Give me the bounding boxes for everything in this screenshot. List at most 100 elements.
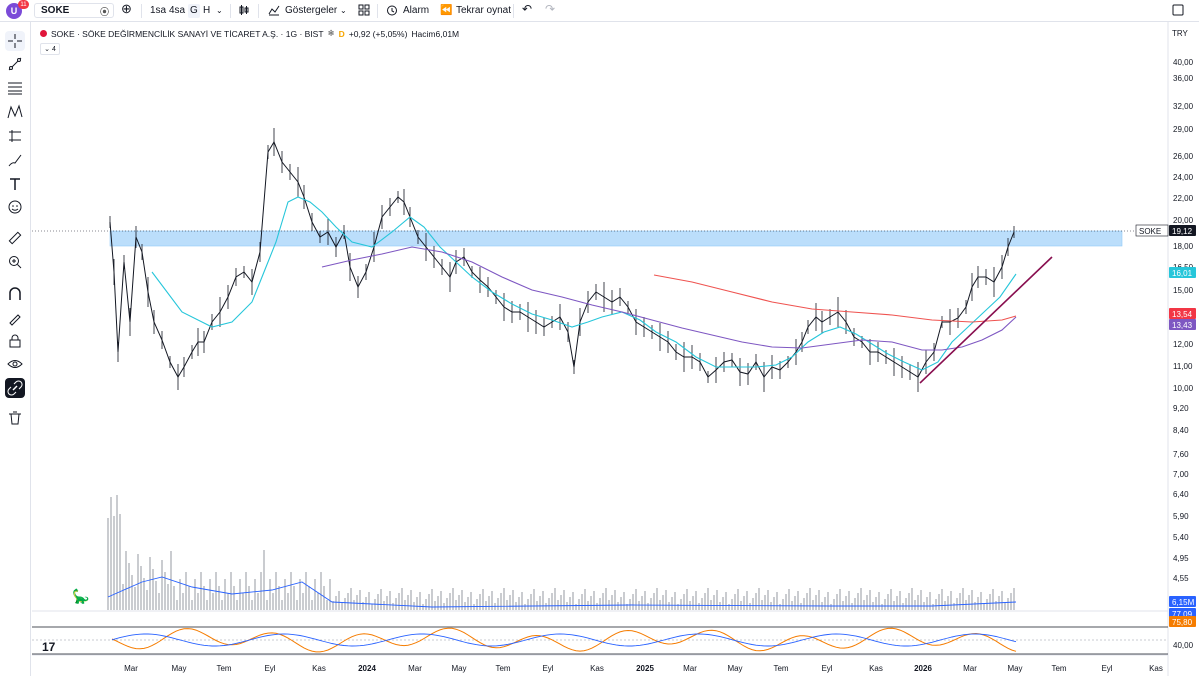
price-tick-label: 6,40 <box>1173 490 1189 499</box>
trendline-tool-icon[interactable] <box>5 54 25 74</box>
time-tick-label: Kas <box>590 664 604 673</box>
price-tick-label: 15,00 <box>1173 286 1194 295</box>
symbol-search-input[interactable]: SOKE ⦿ <box>34 3 114 18</box>
time-tick-label: May <box>1007 664 1022 673</box>
redo-icon[interactable]: ↷ <box>545 2 555 16</box>
price-tick-label: 4,55 <box>1173 574 1189 583</box>
add-symbol-icon[interactable]: ⊕ <box>121 2 132 16</box>
visibility-tool-icon[interactable] <box>5 354 25 374</box>
time-tick-label: Eyl <box>542 664 553 673</box>
price-tick-label: 10,00 <box>1173 384 1194 393</box>
price-tick-label: 36,00 <box>1173 74 1194 83</box>
price-badge-value: 13,54 <box>1172 310 1193 319</box>
price-tick-label: 5,90 <box>1173 512 1189 521</box>
replay-button[interactable]: Tekrar oynat <box>456 4 511 18</box>
time-tick-label: Mar <box>683 664 697 673</box>
symbol-badge-label: SOKE <box>1139 227 1161 236</box>
time-tick-label: 2025 <box>636 664 654 673</box>
price-tick-label: 7,60 <box>1173 450 1189 459</box>
price-badge-value: 19,12 <box>1172 227 1193 236</box>
price-series-line <box>109 140 1015 379</box>
ema-slow-line <box>653 274 1017 323</box>
price-badge-value: 6,15M <box>1172 598 1195 607</box>
price-tick-label: 5,40 <box>1173 533 1189 542</box>
chevron-down-icon: ⌄ <box>44 46 50 53</box>
ema-mid-line <box>321 246 1017 351</box>
price-tick-label: 12,00 <box>1173 340 1194 349</box>
drawing-toolbar <box>0 22 31 676</box>
time-tick-label: May <box>171 664 186 673</box>
tradingview-logo: 17 <box>42 640 56 654</box>
time-tick-label: Tem <box>1051 664 1066 673</box>
timeframe-1sa[interactable]: 1sa <box>150 4 166 18</box>
price-badge-value: 13,43 <box>1172 321 1193 330</box>
pattern-tool-icon[interactable] <box>5 102 25 122</box>
dino-icon: 🦕 <box>72 588 90 604</box>
currency-label: TRY <box>1172 29 1189 38</box>
time-tick-label: Mar <box>963 664 977 673</box>
legend-volume: Hacim6,01M <box>411 28 460 39</box>
time-tick-label: Eyl <box>821 664 832 673</box>
lock-tool-icon[interactable] <box>5 331 25 351</box>
chart-legend: SOKE · SÖKE DEĞİRMENCİLİK SANAYİ VE TİCA… <box>40 28 459 39</box>
undo-icon[interactable]: ↶ <box>522 2 532 16</box>
timeframe-h[interactable]: H <box>203 4 210 18</box>
price-tick-label: 20,00 <box>1173 216 1194 225</box>
zoom-tool-icon[interactable] <box>5 252 25 272</box>
price-tick-label: 22,00 <box>1173 194 1194 203</box>
price-tick-label: 8,40 <box>1173 426 1189 435</box>
price-tick-label: 18,00 <box>1173 242 1194 251</box>
text-tool-icon[interactable] <box>5 174 25 194</box>
chart-area[interactable]: TRY 40,00 36,00 32,00 29,00 26,00 24,00 22,00 20… <box>32 22 1199 676</box>
trading-app: U 11 SOKE ⦿ ⊕ 1sa 4sa G H ⌄ Göstergeler … <box>0 0 1199 676</box>
time-tick-label: Mar <box>124 664 138 673</box>
indicator-collapse-button[interactable]: ⌄ 4 <box>40 43 60 55</box>
fib-tool-icon[interactable] <box>5 78 25 98</box>
replay-icon[interactable]: ⏪ <box>440 4 452 18</box>
timeframe-4sa[interactable]: 4sa <box>169 4 185 18</box>
draw-mode-tool-icon[interactable] <box>5 308 25 328</box>
link-tool-icon[interactable] <box>5 378 25 398</box>
time-tick-label: Tem <box>495 664 510 673</box>
timeframe-g[interactable]: G <box>188 4 200 18</box>
snowflake-icon: ❄ <box>327 28 335 38</box>
price-tick-label: 11,00 <box>1173 362 1193 371</box>
volume-ma-line <box>107 576 1017 608</box>
timeframe-dropdown-icon[interactable]: ⌄ <box>216 4 223 18</box>
time-tick-label: Tem <box>216 664 231 673</box>
alarm-button[interactable]: Alarm <box>403 4 429 18</box>
symbol-text: SOKE <box>41 5 70 16</box>
alarm-icon[interactable] <box>386 4 398 18</box>
magnet-tool-icon[interactable] <box>5 284 25 304</box>
forecast-tool-icon[interactable] <box>5 126 25 146</box>
price-tick-label: 9,20 <box>1173 404 1189 413</box>
time-tick-label: Kas <box>312 664 326 673</box>
indicators-button[interactable]: Göstergeler <box>285 4 337 18</box>
candle-type-icon[interactable] <box>238 4 250 18</box>
time-tick-label: Eyl <box>264 664 275 673</box>
symbol-menu-icon[interactable]: ⦿ <box>100 5 109 18</box>
avatar-letter: U <box>10 6 18 16</box>
price-tick-label: 4,95 <box>1173 554 1189 563</box>
layouts-icon[interactable] <box>358 4 370 18</box>
rsi-axis-label: 40,00 <box>1173 641 1194 650</box>
trash-tool-icon[interactable] <box>5 408 25 428</box>
time-tick-label: May <box>727 664 742 673</box>
chart-canvas[interactable]: TRY 40,00 36,00 32,00 29,00 26,00 24,00 22,00 20… <box>32 22 1199 676</box>
indicators-icon[interactable] <box>268 4 280 18</box>
legend-change: +0,92 (+5,05%) <box>348 28 408 39</box>
legend-title: SOKE · SÖKE DEĞİRMENCİLİK SANAYİ VE TİCA… <box>51 28 324 39</box>
time-tick-label: 2024 <box>358 664 376 673</box>
time-tick-label: Eyl <box>1101 664 1112 673</box>
brush-tool-icon[interactable] <box>5 150 25 170</box>
indicators-dropdown-icon[interactable]: ⌄ <box>340 4 347 18</box>
layout-toggle-icon[interactable] <box>1172 4 1184 18</box>
time-tick-label: Kas <box>1149 664 1163 673</box>
crosshair-tool-icon[interactable] <box>5 31 25 51</box>
symbol-logo-icon <box>40 30 47 37</box>
legend-flag: D <box>338 28 345 39</box>
price-tick-label: 26,00 <box>1173 152 1194 161</box>
emoji-tool-icon[interactable] <box>5 197 25 217</box>
price-tick-label: 24,00 <box>1173 173 1194 182</box>
ruler-tool-icon[interactable] <box>5 228 25 248</box>
